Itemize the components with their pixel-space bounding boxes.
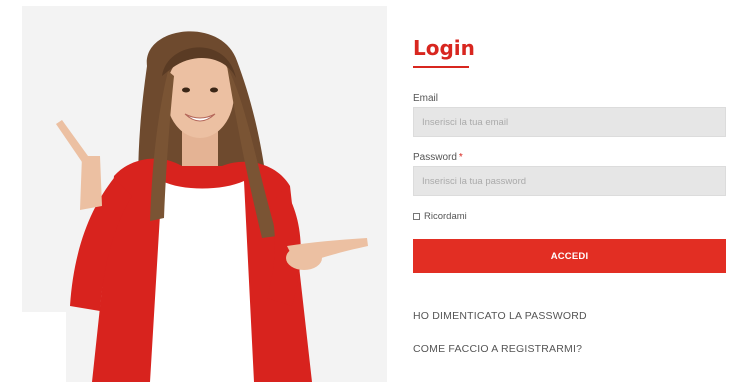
login-title: Login xyxy=(413,36,475,60)
required-mark: * xyxy=(458,152,463,163)
forgot-password-link[interactable]: HO DIMENTICATO LA PASSWORD xyxy=(413,310,587,322)
login-button[interactable]: ACCEDI xyxy=(413,239,726,273)
email-input[interactable] xyxy=(413,107,726,137)
photo-corner-mask xyxy=(22,312,66,382)
remember-me-label: Ricordami xyxy=(424,211,467,222)
hero-photo xyxy=(22,6,387,382)
woman-pointing-illustration xyxy=(22,6,387,382)
password-label-text: Password xyxy=(413,152,457,163)
register-link[interactable]: COME FACCIO A REGISTRARMI? xyxy=(413,343,582,355)
login-page: Login Email Password* Ricordami ACCEDI H… xyxy=(0,0,735,382)
checkbox-empty-icon[interactable] xyxy=(413,213,420,220)
login-form: Login Email Password* Ricordami ACCEDI H… xyxy=(413,0,727,382)
email-label: Email xyxy=(413,93,439,104)
remember-me-row[interactable]: Ricordami xyxy=(413,211,467,222)
title-underline xyxy=(413,66,469,68)
password-input[interactable] xyxy=(413,166,726,196)
password-label: Password * xyxy=(413,152,463,164)
